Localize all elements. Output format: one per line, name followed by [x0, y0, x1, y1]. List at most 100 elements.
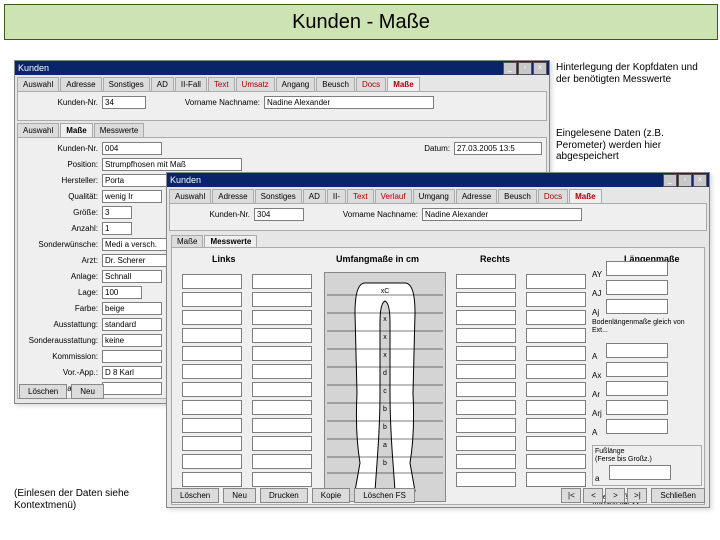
- mass-c2-1[interactable]: [252, 292, 312, 307]
- titlebar-back[interactable]: Kunden _ ▫ ×: [15, 61, 549, 75]
- fld-anzahl[interactable]: [102, 222, 132, 235]
- min-icon-f[interactable]: _: [663, 174, 677, 187]
- mass-c4-0[interactable]: [526, 274, 586, 289]
- mass-c4-5[interactable]: [526, 364, 586, 379]
- mass-c2-10[interactable]: [252, 454, 312, 469]
- back-neu[interactable]: Neu: [71, 384, 104, 399]
- mass-c1-3[interactable]: [182, 328, 242, 343]
- ftab-1[interactable]: Adresse: [212, 189, 253, 203]
- mass-c4-11[interactable]: [526, 472, 586, 487]
- ftab-7[interactable]: Umgang: [413, 189, 455, 203]
- vorname-f[interactable]: [422, 208, 582, 221]
- fld-qualitaet[interactable]: [102, 190, 162, 203]
- fld-anlage[interactable]: [102, 270, 162, 283]
- subtab-messwerte-f[interactable]: Messwerte: [204, 235, 257, 247]
- mass-c4-2[interactable]: [526, 310, 586, 325]
- subtab-masse[interactable]: Maße: [60, 123, 92, 137]
- vorname-back[interactable]: [264, 96, 434, 109]
- mass-c1-1[interactable]: [182, 292, 242, 307]
- f-neu[interactable]: Neu: [223, 488, 256, 503]
- titlebar-front[interactable]: Kunden _ ▫ ×: [167, 173, 709, 187]
- mass-c3-4[interactable]: [456, 346, 516, 361]
- mass-c2-4[interactable]: [252, 346, 312, 361]
- fld-groesse[interactable]: [102, 206, 132, 219]
- ftab-11[interactable]: Maße: [569, 189, 601, 203]
- mass-c3-10[interactable]: [456, 454, 516, 469]
- mass-c1-4[interactable]: [182, 346, 242, 361]
- fld-farbe[interactable]: [102, 302, 162, 315]
- min-icon[interactable]: _: [503, 62, 517, 75]
- mass-c4-6[interactable]: [526, 382, 586, 397]
- mass-c2-11[interactable]: [252, 472, 312, 487]
- mass-c3-6[interactable]: [456, 382, 516, 397]
- max-icon[interactable]: ▫: [518, 62, 532, 75]
- fld-lage[interactable]: [102, 286, 142, 299]
- mass-c1-11[interactable]: [182, 472, 242, 487]
- subtab-auswahl[interactable]: Auswahl: [17, 123, 59, 137]
- mass-c4-1[interactable]: [526, 292, 586, 307]
- rf-7[interactable]: [606, 400, 668, 415]
- ftab-6[interactable]: Verlauf: [375, 189, 412, 203]
- mass-c3-9[interactable]: [456, 436, 516, 451]
- mass-c3-7[interactable]: [456, 400, 516, 415]
- tab-beusch[interactable]: Beusch: [316, 77, 355, 91]
- tab-iifall[interactable]: II-Fall: [175, 77, 207, 91]
- tab-ad[interactable]: AD: [151, 77, 174, 91]
- tab-text[interactable]: Text: [208, 77, 235, 91]
- f-drucken[interactable]: Drucken: [260, 488, 308, 503]
- f-loeschen[interactable]: Löschen: [171, 488, 219, 503]
- mass-c1-10[interactable]: [182, 454, 242, 469]
- rf-1[interactable]: [606, 280, 668, 295]
- ftab-2[interactable]: Sonstiges: [255, 189, 302, 203]
- kundenr-f[interactable]: [254, 208, 304, 221]
- mass-c3-0[interactable]: [456, 274, 516, 289]
- mass-c2-6[interactable]: [252, 382, 312, 397]
- fld-vorapp[interactable]: [102, 366, 162, 379]
- mass-c3-11[interactable]: [456, 472, 516, 487]
- tab-adresse[interactable]: Adresse: [60, 77, 101, 91]
- mass-c4-3[interactable]: [526, 328, 586, 343]
- mass-c3-1[interactable]: [456, 292, 516, 307]
- mass-c2-3[interactable]: [252, 328, 312, 343]
- f-loeschen-fs[interactable]: Löschen FS: [354, 488, 415, 503]
- mass-c2-8[interactable]: [252, 418, 312, 433]
- tab-angang[interactable]: Angang: [276, 77, 316, 91]
- mass-c4-8[interactable]: [526, 418, 586, 433]
- fld-position[interactable]: [102, 158, 242, 171]
- rf-4[interactable]: [606, 343, 668, 358]
- mass-c1-0[interactable]: [182, 274, 242, 289]
- mass-c1-8[interactable]: [182, 418, 242, 433]
- rf-a[interactable]: [609, 465, 671, 480]
- ftab-0[interactable]: Auswahl: [169, 189, 211, 203]
- back-loeschen[interactable]: Löschen: [19, 384, 67, 399]
- mass-c2-2[interactable]: [252, 310, 312, 325]
- nav-next[interactable]: >: [605, 488, 625, 503]
- ftab-8[interactable]: Adresse: [456, 189, 497, 203]
- mass-c2-7[interactable]: [252, 400, 312, 415]
- mass-c1-6[interactable]: [182, 382, 242, 397]
- mass-c3-8[interactable]: [456, 418, 516, 433]
- ftab-5[interactable]: Text: [347, 189, 374, 203]
- f-schliessen[interactable]: Schließen: [651, 488, 705, 503]
- mass-c2-0[interactable]: [252, 274, 312, 289]
- ftab-3[interactable]: AD: [303, 189, 326, 203]
- tab-docs[interactable]: Docs: [356, 77, 386, 91]
- nav-last[interactable]: >|: [627, 488, 647, 503]
- nav-prev[interactable]: <: [583, 488, 603, 503]
- tab-masse[interactable]: Maße: [387, 77, 419, 91]
- mass-c1-7[interactable]: [182, 400, 242, 415]
- mass-c4-9[interactable]: [526, 436, 586, 451]
- rf-0[interactable]: [606, 261, 668, 276]
- close-icon[interactable]: ×: [533, 62, 547, 75]
- fld-kundennr[interactable]: [102, 142, 162, 155]
- mass-c1-2[interactable]: [182, 310, 242, 325]
- mass-c4-10[interactable]: [526, 454, 586, 469]
- ftab-10[interactable]: Docs: [538, 189, 568, 203]
- mass-c4-4[interactable]: [526, 346, 586, 361]
- fld-ausstattung[interactable]: [102, 318, 162, 331]
- close-icon-f[interactable]: ×: [693, 174, 707, 187]
- mass-c1-9[interactable]: [182, 436, 242, 451]
- rf-2[interactable]: [606, 299, 668, 314]
- tab-auswahl[interactable]: Auswahl: [17, 77, 59, 91]
- rf-8[interactable]: [606, 419, 668, 434]
